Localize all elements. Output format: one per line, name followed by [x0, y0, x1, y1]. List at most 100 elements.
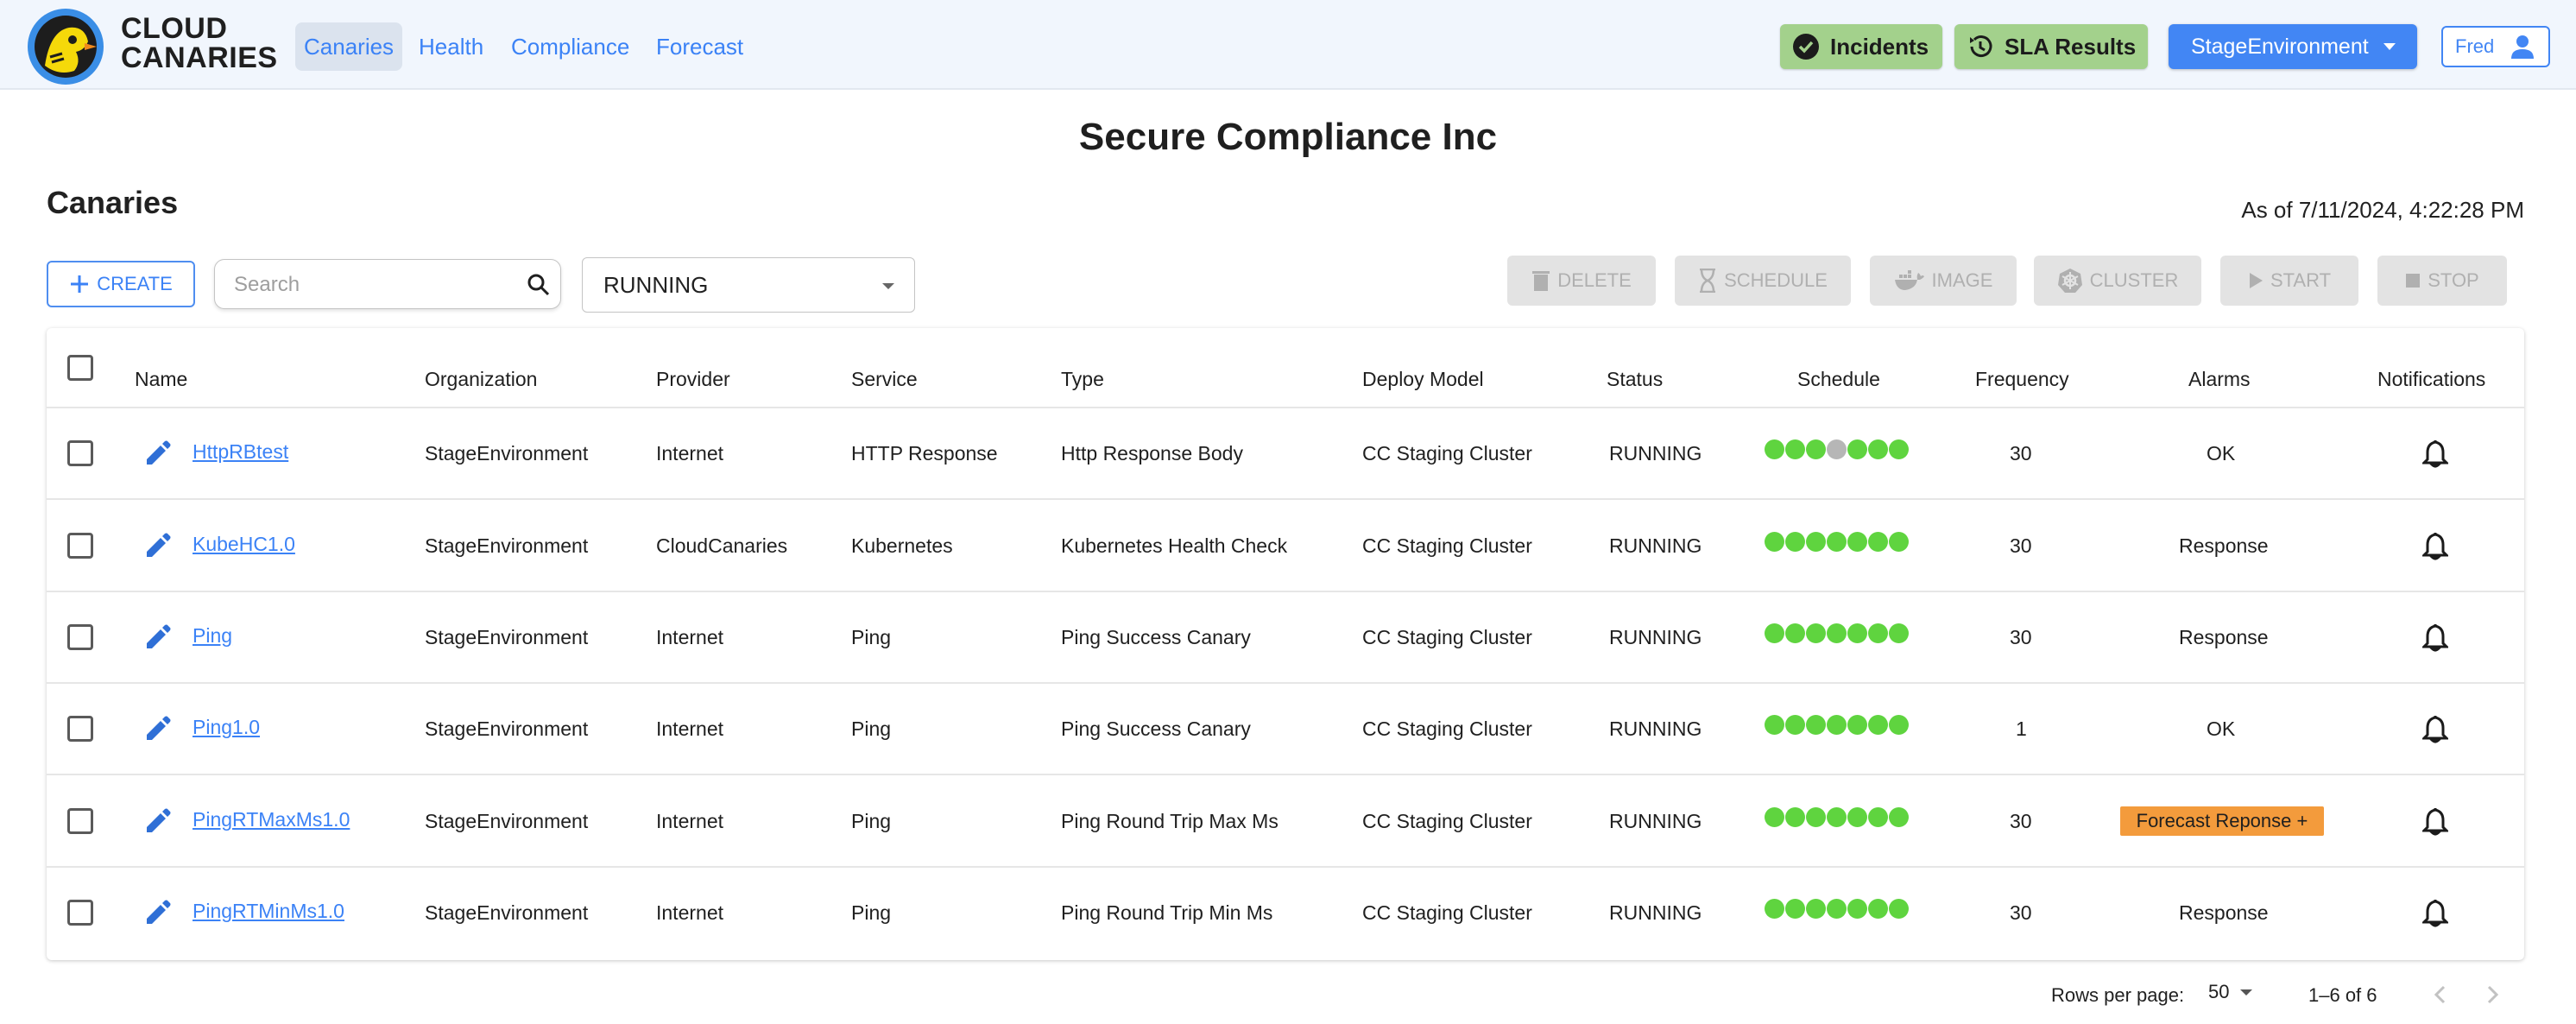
- column-header-frequency[interactable]: Frequency: [1975, 368, 2069, 391]
- sla-results-button[interactable]: SLA Results: [1954, 24, 2148, 69]
- status-filter-select[interactable]: RUNNING: [582, 257, 915, 313]
- company-title: Secure Compliance Inc: [1078, 116, 1498, 158]
- plus-icon: [71, 275, 89, 293]
- service-cell: Ping: [851, 626, 892, 648]
- column-header-name[interactable]: Name: [135, 368, 187, 391]
- create-button[interactable]: CREATE: [47, 261, 195, 307]
- deploy-model-cell: CC Staging Cluster: [1362, 534, 1532, 557]
- schedule-dot-active: [1868, 532, 1888, 552]
- stop-button[interactable]: STOP: [2377, 256, 2507, 306]
- hourglass-icon: [1700, 269, 1716, 293]
- deploy-model-cell: CC Staging Cluster: [1362, 717, 1532, 740]
- start-button[interactable]: START: [2220, 256, 2358, 306]
- bell-icon[interactable]: [2422, 439, 2448, 468]
- schedule-dots: [1765, 715, 1909, 735]
- canary-name-link[interactable]: Ping: [193, 624, 232, 648]
- frequency-cell: 30: [2010, 901, 2032, 924]
- user-menu-button[interactable]: Fred: [2441, 26, 2550, 67]
- rows-per-page-label: Rows per page:: [2051, 984, 2185, 1006]
- play-icon: [2249, 273, 2263, 288]
- canary-name-link[interactable]: PingRTMaxMs1.0: [193, 808, 350, 831]
- nav-health[interactable]: Health: [410, 22, 492, 71]
- incidents-button[interactable]: Incidents: [1780, 24, 1942, 69]
- canary-name-link[interactable]: PingRTMinMs1.0: [193, 900, 344, 923]
- deploy-model-cell: CC Staging Cluster: [1362, 626, 1532, 648]
- bell-icon[interactable]: [2422, 806, 2448, 836]
- canary-name-link[interactable]: KubeHC1.0: [193, 533, 295, 556]
- bell-icon[interactable]: [2422, 531, 2448, 560]
- chevron-right-icon: [2487, 985, 2499, 1004]
- column-header-provider[interactable]: Provider: [656, 368, 730, 391]
- schedule-dot-active: [1785, 532, 1805, 552]
- nav-canaries[interactable]: Canaries: [295, 22, 403, 71]
- column-header-notifications[interactable]: Notifications: [2377, 368, 2485, 391]
- delete-button[interactable]: DELETE: [1507, 256, 1656, 306]
- bell-icon[interactable]: [2422, 623, 2448, 652]
- cloud-canaries-logo[interactable]: [24, 5, 107, 86]
- column-header-deploy-model[interactable]: Deploy Model: [1362, 368, 1484, 391]
- frequency-cell: 30: [2010, 442, 2032, 465]
- row-checkbox[interactable]: [67, 808, 93, 834]
- column-header-organization[interactable]: Organization: [425, 368, 537, 391]
- alarms-cell: Response: [2179, 901, 2269, 924]
- type-cell: Ping Round Trip Min Ms: [1061, 901, 1273, 924]
- status-cell: RUNNING: [1609, 534, 1702, 557]
- search-box: [214, 259, 561, 309]
- schedule-dot-active: [1806, 715, 1826, 735]
- cluster-label: CLUSTER: [2089, 269, 2179, 291]
- rows-per-page-select[interactable]: 50: [2208, 981, 2253, 1003]
- schedule-dot-active: [1889, 899, 1909, 919]
- edit-pencil-icon[interactable]: [143, 806, 173, 836]
- row-divider: [47, 591, 2524, 592]
- schedule-dot-active: [1785, 439, 1805, 459]
- next-page-button[interactable]: [2476, 977, 2510, 1012]
- column-header-status[interactable]: Status: [1607, 368, 1663, 391]
- schedule-button[interactable]: SCHEDULE: [1675, 256, 1851, 306]
- create-label: CREATE: [97, 273, 173, 294]
- row-checkbox[interactable]: [67, 440, 93, 466]
- canary-name-link[interactable]: HttpRBtest: [193, 440, 288, 464]
- edit-pencil-icon[interactable]: [143, 714, 173, 743]
- nav-compliance[interactable]: Compliance: [502, 22, 638, 71]
- caret-down-icon: [2240, 989, 2253, 996]
- bell-icon[interactable]: [2422, 898, 2448, 927]
- row-checkbox[interactable]: [67, 624, 93, 650]
- schedule-dot-active: [1827, 623, 1847, 643]
- check-circle-icon: [1793, 34, 1819, 60]
- alarm-warning-badge: Forecast Reponse +: [2120, 806, 2324, 836]
- previous-page-button[interactable]: [2422, 977, 2457, 1012]
- alarms-cell: OK: [2207, 442, 2236, 465]
- row-checkbox[interactable]: [67, 900, 93, 926]
- frequency-cell: 30: [2010, 626, 2032, 648]
- provider-cell: Internet: [656, 442, 723, 465]
- environment-select[interactable]: StageEnvironment: [2169, 24, 2417, 69]
- column-header-type[interactable]: Type: [1061, 368, 1104, 391]
- schedule-dot-active: [1785, 807, 1805, 827]
- organization-cell: StageEnvironment: [425, 810, 589, 832]
- search-icon[interactable]: [527, 274, 550, 296]
- provider-cell: Internet: [656, 626, 723, 648]
- schedule-dot-active: [1868, 807, 1888, 827]
- column-header-alarms[interactable]: Alarms: [2188, 368, 2251, 391]
- canary-name-link[interactable]: Ping1.0: [193, 716, 260, 739]
- row-checkbox[interactable]: [67, 716, 93, 742]
- nav-forecast[interactable]: Forecast: [647, 22, 752, 71]
- service-cell: Ping: [851, 901, 892, 924]
- edit-pencil-icon[interactable]: [143, 439, 173, 468]
- image-button[interactable]: IMAGE: [1870, 256, 2017, 306]
- edit-pencil-icon[interactable]: [143, 531, 173, 560]
- frequency-cell: 30: [2010, 534, 2032, 557]
- select-all-checkbox[interactable]: [67, 355, 93, 381]
- incidents-label: Incidents: [1830, 33, 1929, 60]
- edit-pencil-icon[interactable]: [143, 898, 173, 927]
- row-checkbox[interactable]: [67, 533, 93, 559]
- search-input[interactable]: [234, 269, 510, 301]
- environment-label: StageEnvironment: [2191, 34, 2369, 59]
- cluster-button[interactable]: CLUSTER: [2034, 256, 2201, 306]
- schedule-dot-active: [1765, 623, 1784, 643]
- edit-pencil-icon[interactable]: [143, 623, 173, 652]
- column-header-schedule[interactable]: Schedule: [1797, 368, 1880, 391]
- bell-icon[interactable]: [2422, 714, 2448, 743]
- column-header-service[interactable]: Service: [851, 368, 918, 391]
- trash-icon: [1532, 271, 1550, 291]
